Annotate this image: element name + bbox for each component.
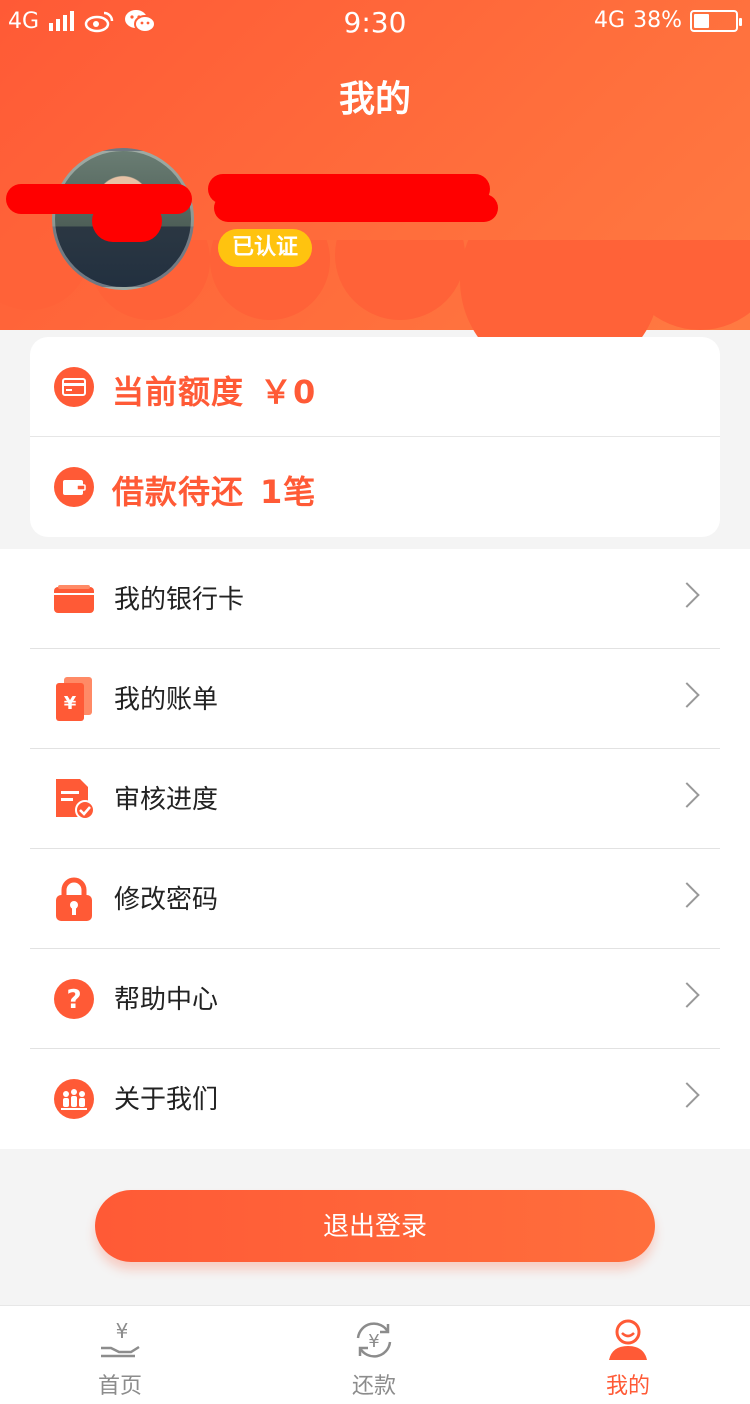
svg-text:¥: ¥ [64,693,77,714]
wallet-icon [54,467,94,507]
chevron-right-icon [674,682,700,708]
tab-profile[interactable]: 我的 [568,1318,688,1400]
bill-icon: ¥ [56,677,92,721]
credit-limit-label: 当前额度 [112,373,245,411]
svg-text:¥: ¥ [116,1319,129,1343]
page-title: 我的 [338,79,411,120]
pending-loan-value: 1笔 [260,473,317,511]
menu-item-label: 帮助中心 [114,985,219,1015]
home-yuan-icon: ¥ [101,1319,140,1358]
chevron-right-icon [674,982,700,1008]
menu-item-help-center[interactable]: ? 帮助中心 [30,949,720,1049]
verified-badge: 已认证 [218,229,313,267]
menu-item-review-progress[interactable]: 审核进度 [30,749,720,849]
menu-item-change-password[interactable]: 修改密码 [30,849,720,949]
redaction-mark [92,200,162,242]
svg-text:¥: ¥ [368,1331,379,1352]
battery-percent: 38% [633,8,682,33]
chevron-right-icon [674,582,700,608]
battery-icon [690,9,742,32]
lock-icon [56,877,92,921]
menu-list: 我的银行卡 ¥ 我的账单 审核进度 修改密码 ? 帮助中心 关于我们 [0,549,750,1149]
credit-limit-row[interactable]: 当前额度 ￥0 [30,337,720,437]
logout-button[interactable]: 退出登录 [95,1190,655,1262]
menu-item-bill[interactable]: ¥ 我的账单 [30,649,720,749]
bottom-tab-bar: ¥ 首页 ¥ 还款 我的 [0,1305,750,1404]
redaction-mark [214,194,498,222]
tab-home[interactable]: ¥ 首页 [60,1318,180,1400]
pending-loan-row[interactable]: 借款待还 1笔 [30,437,720,537]
chevron-right-icon [674,782,700,808]
credit-limit-value: ￥0 [260,373,317,411]
tab-label: 我的 [605,1374,650,1399]
repay-icon: ¥ [356,1322,392,1358]
svg-text:?: ? [66,985,81,1015]
status-bar: 4G 9:30 4G 38% [0,0,750,46]
credit-card-icon [54,367,94,407]
profile-icon [609,1319,647,1360]
tab-label: 首页 [97,1374,142,1399]
menu-item-label: 我的银行卡 [114,585,245,615]
chevron-right-icon [674,882,700,908]
menu-item-label: 我的账单 [114,685,219,715]
menu-item-bank-card[interactable]: 我的银行卡 [30,549,720,649]
menu-item-label: 审核进度 [114,785,219,815]
profile-header: 4G 9:30 4G 38% 我的 已认证 [0,0,750,380]
menu-item-label: 关于我们 [114,1085,219,1115]
help-icon: ? [54,979,94,1019]
menu-item-label: 修改密码 [114,885,219,915]
menu-item-about-us[interactable]: 关于我们 [30,1049,720,1149]
tab-repay[interactable]: ¥ 还款 [314,1318,434,1400]
bank-card-icon [54,585,94,613]
chevron-right-icon [674,1082,700,1108]
battery-level [694,13,710,28]
network-type-right: 4G [594,8,626,33]
pending-loan-label: 借款待还 [112,473,245,511]
about-us-icon [54,1079,94,1119]
account-summary-card: 当前额度 ￥0 借款待还 1笔 [30,337,720,537]
tab-label: 还款 [351,1374,396,1399]
review-progress-icon [56,779,95,820]
